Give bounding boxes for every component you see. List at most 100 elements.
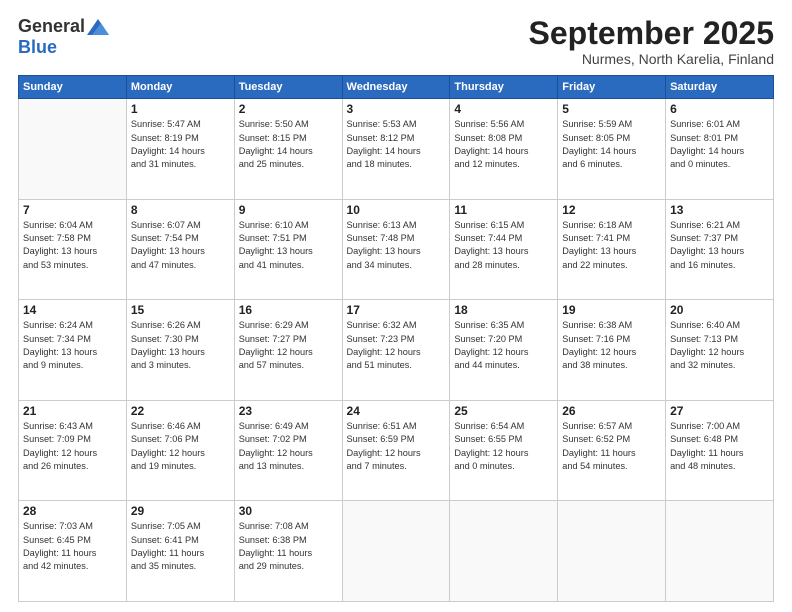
calendar-cell	[342, 501, 450, 602]
day-number: 18	[454, 303, 553, 317]
day-info: Sunrise: 5:50 AMSunset: 8:15 PMDaylight:…	[239, 118, 338, 171]
day-number: 24	[347, 404, 446, 418]
calendar-cell: 9 Sunrise: 6:10 AMSunset: 7:51 PMDaylight…	[234, 199, 342, 300]
day-number: 13	[670, 203, 769, 217]
day-info: Sunrise: 6:04 AMSunset: 7:58 PMDaylight:…	[23, 219, 122, 272]
col-tuesday: Tuesday	[234, 76, 342, 99]
week-row-1: 7 Sunrise: 6:04 AMSunset: 7:58 PMDaylight…	[19, 199, 774, 300]
calendar-cell: 23 Sunrise: 6:49 AMSunset: 7:02 PMDayligh…	[234, 400, 342, 501]
calendar-cell: 12 Sunrise: 6:18 AMSunset: 7:41 PMDayligh…	[558, 199, 666, 300]
day-info: Sunrise: 6:43 AMSunset: 7:09 PMDaylight:…	[23, 420, 122, 473]
day-number: 29	[131, 504, 230, 518]
day-info: Sunrise: 6:51 AMSunset: 6:59 PMDaylight:…	[347, 420, 446, 473]
day-number: 9	[239, 203, 338, 217]
calendar-cell: 29 Sunrise: 7:05 AMSunset: 6:41 PMDayligh…	[126, 501, 234, 602]
day-number: 7	[23, 203, 122, 217]
day-number: 26	[562, 404, 661, 418]
day-number: 21	[23, 404, 122, 418]
calendar-cell: 13 Sunrise: 6:21 AMSunset: 7:37 PMDayligh…	[666, 199, 774, 300]
calendar-cell: 27 Sunrise: 7:00 AMSunset: 6:48 PMDayligh…	[666, 400, 774, 501]
day-info: Sunrise: 6:49 AMSunset: 7:02 PMDaylight:…	[239, 420, 338, 473]
calendar-cell: 6 Sunrise: 6:01 AMSunset: 8:01 PMDaylight…	[666, 99, 774, 200]
calendar-cell: 17 Sunrise: 6:32 AMSunset: 7:23 PMDayligh…	[342, 300, 450, 401]
day-info: Sunrise: 5:56 AMSunset: 8:08 PMDaylight:…	[454, 118, 553, 171]
calendar-table: Sunday Monday Tuesday Wednesday Thursday…	[18, 75, 774, 602]
calendar-cell: 24 Sunrise: 6:51 AMSunset: 6:59 PMDayligh…	[342, 400, 450, 501]
day-number: 17	[347, 303, 446, 317]
day-info: Sunrise: 6:18 AMSunset: 7:41 PMDaylight:…	[562, 219, 661, 272]
page: General Blue September 2025 Nurmes, Nort…	[0, 0, 792, 612]
logo-icon	[87, 19, 109, 35]
week-row-2: 14Sunrise: 6:24 AMSunset: 7:34 PMDayligh…	[19, 300, 774, 401]
day-info: Sunrise: 6:46 AMSunset: 7:06 PMDaylight:…	[131, 420, 230, 473]
calendar-cell: 20Sunrise: 6:40 AMSunset: 7:13 PMDayligh…	[666, 300, 774, 401]
calendar-cell	[666, 501, 774, 602]
calendar-cell: 4 Sunrise: 5:56 AMSunset: 8:08 PMDaylight…	[450, 99, 558, 200]
day-info: Sunrise: 6:29 AMSunset: 7:27 PMDaylight:…	[239, 319, 338, 372]
month-title: September 2025	[529, 16, 774, 51]
day-info: Sunrise: 6:40 AMSunset: 7:13 PMDaylight:…	[670, 319, 769, 372]
calendar-cell: 26 Sunrise: 6:57 AMSunset: 6:52 PMDayligh…	[558, 400, 666, 501]
day-number: 11	[454, 203, 553, 217]
day-info: Sunrise: 7:03 AMSunset: 6:45 PMDaylight:…	[23, 520, 122, 573]
week-row-0: 1 Sunrise: 5:47 AMSunset: 8:19 PMDaylight…	[19, 99, 774, 200]
day-info: Sunrise: 6:54 AMSunset: 6:55 PMDaylight:…	[454, 420, 553, 473]
day-info: Sunrise: 6:21 AMSunset: 7:37 PMDaylight:…	[670, 219, 769, 272]
day-info: Sunrise: 6:38 AMSunset: 7:16 PMDaylight:…	[562, 319, 661, 372]
calendar-cell	[558, 501, 666, 602]
calendar-cell: 28 Sunrise: 7:03 AMSunset: 6:45 PMDayligh…	[19, 501, 127, 602]
day-number: 28	[23, 504, 122, 518]
day-info: Sunrise: 6:10 AMSunset: 7:51 PMDaylight:…	[239, 219, 338, 272]
calendar-cell: 21 Sunrise: 6:43 AMSunset: 7:09 PMDayligh…	[19, 400, 127, 501]
header-row: Sunday Monday Tuesday Wednesday Thursday…	[19, 76, 774, 99]
calendar-cell	[19, 99, 127, 200]
day-number: 19	[562, 303, 661, 317]
col-thursday: Thursday	[450, 76, 558, 99]
day-info: Sunrise: 6:26 AMSunset: 7:30 PMDaylight:…	[131, 319, 230, 372]
day-info: Sunrise: 6:24 AMSunset: 7:34 PMDaylight:…	[23, 319, 122, 372]
day-info: Sunrise: 5:47 AMSunset: 8:19 PMDaylight:…	[131, 118, 230, 171]
day-number: 8	[131, 203, 230, 217]
day-number: 27	[670, 404, 769, 418]
day-number: 5	[562, 102, 661, 116]
day-info: Sunrise: 7:05 AMSunset: 6:41 PMDaylight:…	[131, 520, 230, 573]
calendar-cell: 22 Sunrise: 6:46 AMSunset: 7:06 PMDayligh…	[126, 400, 234, 501]
calendar-cell: 15Sunrise: 6:26 AMSunset: 7:30 PMDayligh…	[126, 300, 234, 401]
header: General Blue September 2025 Nurmes, Nort…	[18, 16, 774, 67]
day-number: 2	[239, 102, 338, 116]
col-wednesday: Wednesday	[342, 76, 450, 99]
calendar-cell: 10 Sunrise: 6:13 AMSunset: 7:48 PMDayligh…	[342, 199, 450, 300]
day-number: 23	[239, 404, 338, 418]
day-number: 1	[131, 102, 230, 116]
calendar-cell: 11Sunrise: 6:15 AMSunset: 7:44 PMDayligh…	[450, 199, 558, 300]
day-number: 12	[562, 203, 661, 217]
day-info: Sunrise: 7:08 AMSunset: 6:38 PMDaylight:…	[239, 520, 338, 573]
day-info: Sunrise: 6:13 AMSunset: 7:48 PMDaylight:…	[347, 219, 446, 272]
calendar-cell: 14Sunrise: 6:24 AMSunset: 7:34 PMDayligh…	[19, 300, 127, 401]
day-info: Sunrise: 7:00 AMSunset: 6:48 PMDaylight:…	[670, 420, 769, 473]
calendar-cell: 7 Sunrise: 6:04 AMSunset: 7:58 PMDaylight…	[19, 199, 127, 300]
day-number: 4	[454, 102, 553, 116]
calendar-cell: 2 Sunrise: 5:50 AMSunset: 8:15 PMDaylight…	[234, 99, 342, 200]
day-info: Sunrise: 5:59 AMSunset: 8:05 PMDaylight:…	[562, 118, 661, 171]
logo-blue-text: Blue	[18, 37, 57, 58]
col-monday: Monday	[126, 76, 234, 99]
day-info: Sunrise: 6:35 AMSunset: 7:20 PMDaylight:…	[454, 319, 553, 372]
calendar-cell	[450, 501, 558, 602]
week-row-4: 28 Sunrise: 7:03 AMSunset: 6:45 PMDayligh…	[19, 501, 774, 602]
title-block: September 2025 Nurmes, North Karelia, Fi…	[529, 16, 774, 67]
day-number: 16	[239, 303, 338, 317]
day-number: 10	[347, 203, 446, 217]
day-info: Sunrise: 6:01 AMSunset: 8:01 PMDaylight:…	[670, 118, 769, 171]
day-number: 22	[131, 404, 230, 418]
calendar-cell: 16 Sunrise: 6:29 AMSunset: 7:27 PMDayligh…	[234, 300, 342, 401]
day-number: 6	[670, 102, 769, 116]
week-row-3: 21 Sunrise: 6:43 AMSunset: 7:09 PMDayligh…	[19, 400, 774, 501]
calendar-cell: 19 Sunrise: 6:38 AMSunset: 7:16 PMDayligh…	[558, 300, 666, 401]
day-info: Sunrise: 6:57 AMSunset: 6:52 PMDaylight:…	[562, 420, 661, 473]
col-friday: Friday	[558, 76, 666, 99]
day-info: Sunrise: 6:07 AMSunset: 7:54 PMDaylight:…	[131, 219, 230, 272]
calendar-cell: 5 Sunrise: 5:59 AMSunset: 8:05 PMDaylight…	[558, 99, 666, 200]
calendar-cell: 25Sunrise: 6:54 AMSunset: 6:55 PMDayligh…	[450, 400, 558, 501]
day-info: Sunrise: 6:32 AMSunset: 7:23 PMDaylight:…	[347, 319, 446, 372]
